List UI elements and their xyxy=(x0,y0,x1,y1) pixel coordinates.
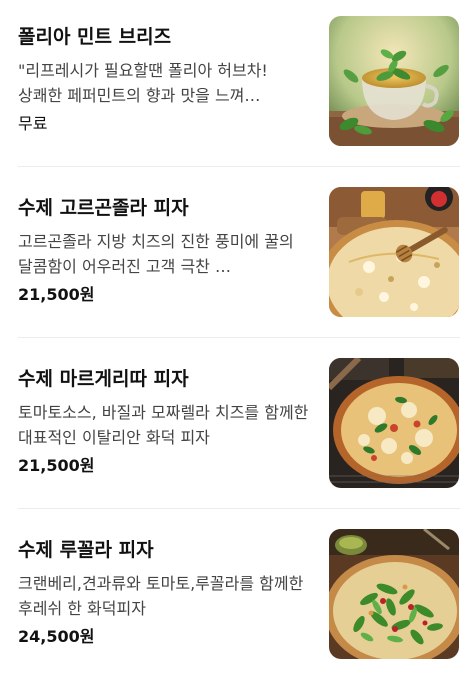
menu-item-name: 수제 루꼴라 피자 xyxy=(18,539,154,561)
menu-item-price: 24,500원 xyxy=(18,627,95,646)
menu-item-gorgonzola-pizza[interactable]: 수제 고르곤졸라 피자 고르곤졸라 지방 치즈의 진한 풍미에 꿀의 달콤함이 … xyxy=(18,187,460,319)
menu-item-name: 수제 마르게리따 피자 xyxy=(18,368,189,390)
menu-item-description: 토마토소스, 바질과 모짜렐라 치즈를 함께한 대표적인 이탈리안 화덕 피자 xyxy=(18,403,309,447)
menu-item-info: 수제 마르게리따 피자 토마토소스, 바질과 모짜렐라 치즈를 함께한 대표적인… xyxy=(18,358,310,477)
arugula-pizza-photo[interactable] xyxy=(329,529,459,659)
menu-item-price: 21,500원 xyxy=(18,456,95,475)
menu-item-mint-breeze[interactable]: 폴리아 민트 브리즈 "리프레시가 필요할땐 폴리아 허브차! 상쾌한 페퍼민트… xyxy=(18,16,460,148)
menu-item-description: 고르곤졸라 지방 치즈의 진한 풍미에 꿀의 달콤함이 어우러진 고객 극찬 … xyxy=(18,232,294,276)
menu-item-name: 수제 고르곤졸라 피자 xyxy=(18,197,189,219)
divider xyxy=(18,166,460,167)
gorgonzola-pizza-photo[interactable] xyxy=(329,187,459,317)
menu-item-arugula-pizza[interactable]: 수제 루꼴라 피자 크랜베리,견과류와 토마토,루꼴라를 함께한 후레쉬 한 화… xyxy=(18,529,460,661)
menu-item-info: 폴리아 민트 브리즈 "리프레시가 필요할땐 폴리아 허브차! 상쾌한 페퍼민트… xyxy=(18,16,310,135)
menu-item-info: 수제 고르곤졸라 피자 고르곤졸라 지방 치즈의 진한 풍미에 꿀의 달콤함이 … xyxy=(18,187,310,306)
menu-item-margherita-pizza[interactable]: 수제 마르게리따 피자 토마토소스, 바질과 모짜렐라 치즈를 함께한 대표적인… xyxy=(18,358,460,490)
menu-item-info: 수제 루꼴라 피자 크랜베리,견과류와 토마토,루꼴라를 함께한 후레쉬 한 화… xyxy=(18,529,310,648)
divider xyxy=(18,337,460,338)
mint-tea-photo[interactable] xyxy=(329,16,459,146)
margherita-pizza-photo[interactable] xyxy=(329,358,459,488)
menu-item-description: "리프레시가 필요할땐 폴리아 허브차! 상쾌한 페퍼민트의 향과 맛을 느껴… xyxy=(18,61,268,105)
menu-item-name: 폴리아 민트 브리즈 xyxy=(18,26,172,48)
menu-item-price: 21,500원 xyxy=(18,285,95,304)
menu-item-description: 크랜베리,견과류와 토마토,루꼴라를 함께한 후레쉬 한 화덕피자 xyxy=(18,574,304,618)
divider xyxy=(18,508,460,509)
menu-item-price: 무료 xyxy=(18,114,48,133)
